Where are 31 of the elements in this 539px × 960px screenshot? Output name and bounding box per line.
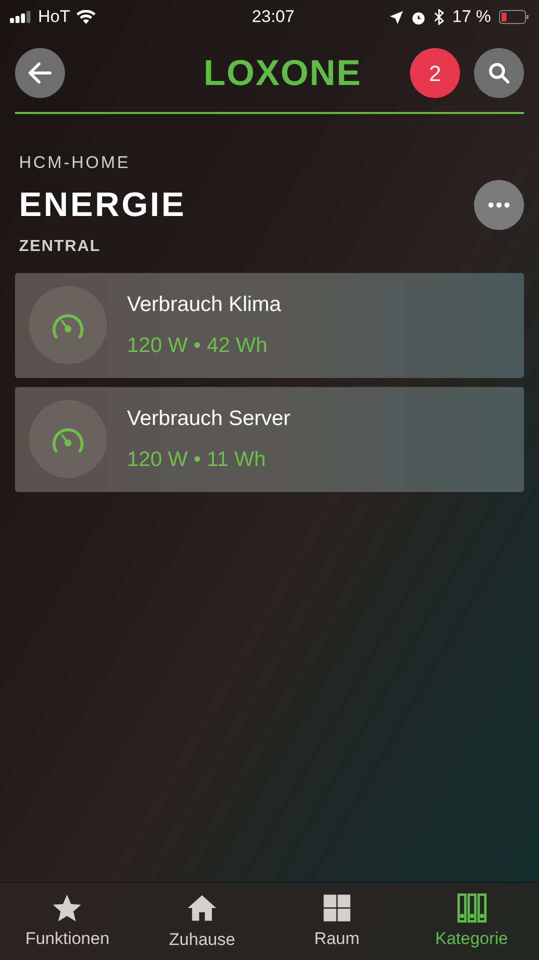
item-value: 120 W • 42 Wh <box>127 333 268 359</box>
grid-icon <box>320 892 353 924</box>
location-label: HCM-HOME <box>19 152 132 174</box>
binders-icon <box>456 892 488 924</box>
tab[interactable]: Zuhause <box>134 883 270 960</box>
item-name: Verbrauch Klima <box>127 292 282 318</box>
notification-badge[interactable]: 2 <box>410 48 460 98</box>
more-icon <box>488 202 510 208</box>
signal-icon <box>10 11 32 23</box>
back-arrow-icon <box>28 62 52 84</box>
location-icon <box>390 10 404 24</box>
tab[interactable]: Kategorie <box>404 883 539 960</box>
carrier-name: HoT <box>38 6 70 28</box>
tab[interactable]: Raum <box>270 883 404 960</box>
battery-percent: 17 % <box>452 6 491 28</box>
clock-time: 23:07 <box>252 6 294 28</box>
logo: LOXONE <box>203 51 362 95</box>
page-title: ENERGIE <box>19 184 186 226</box>
back-button[interactable] <box>15 48 65 98</box>
wifi-icon <box>76 10 96 24</box>
bluetooth-icon <box>434 9 444 25</box>
tab[interactable]: Funktionen <box>0 883 135 960</box>
item-name: Verbrauch Server <box>127 406 290 432</box>
battery-icon <box>498 10 529 24</box>
section-heading: ZENTRAL <box>19 236 102 256</box>
alarm-icon <box>411 10 426 24</box>
item-value: 120 W • 11 Wh <box>127 447 267 473</box>
search-icon <box>486 61 511 85</box>
energy-card[interactable]: Verbrauch Server 120 W • 11 Wh <box>15 386 524 492</box>
more-button[interactable] <box>474 180 524 230</box>
energy-card[interactable]: Verbrauch Klima 120 W • 42 Wh <box>15 272 524 378</box>
